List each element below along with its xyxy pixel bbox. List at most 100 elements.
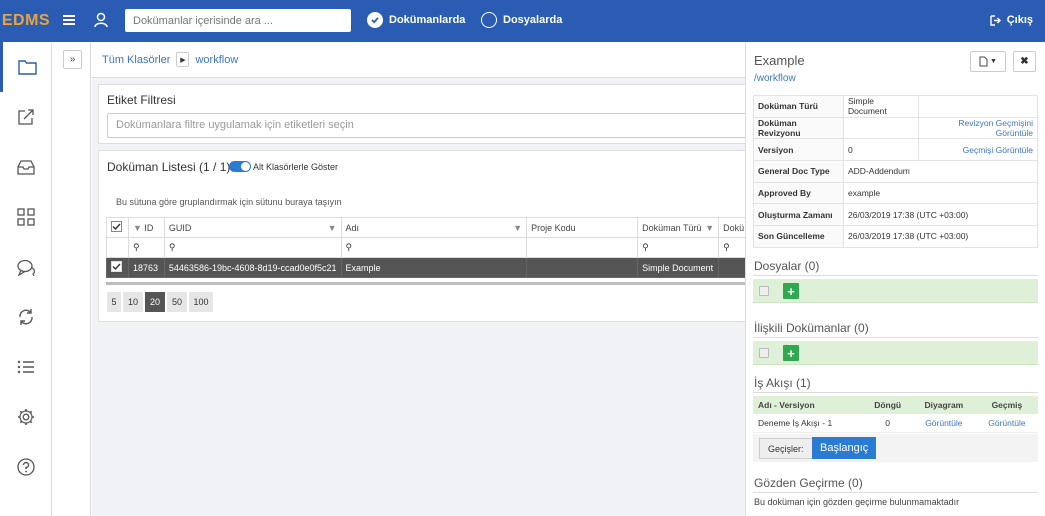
workflow-col-name: Adı - Versiyon: [753, 396, 864, 414]
filter-icon[interactable]: ▼: [705, 223, 714, 233]
subfolder-toggle-label: Alt Klasörlerle Göster: [253, 161, 339, 172]
property-key: Doküman Revizyonu: [753, 116, 844, 140]
sidebar-item-messages[interactable]: [0, 242, 52, 292]
page-size-option[interactable]: 100: [189, 292, 213, 312]
cell-guid: 54463586-19bc-4608-8d19-ccad0e0f5c21: [163, 257, 342, 278]
close-button[interactable]: ✖: [1013, 51, 1036, 72]
filter-icon[interactable]: ▼: [328, 223, 337, 233]
breadcrumb-current-link[interactable]: workflow: [195, 54, 238, 66]
revision-history-link[interactable]: Revizyon Geçmişini Görüntüle: [917, 116, 1039, 140]
app-logo[interactable]: EDMS: [0, 0, 52, 42]
breadcrumb: Tüm Klasörler ▶ workflow: [92, 42, 745, 78]
filter-icon[interactable]: ▼: [133, 223, 142, 233]
sidebar-item-list[interactable]: [0, 342, 52, 392]
select-all-checkbox[interactable]: [106, 217, 129, 238]
search-input[interactable]: [125, 9, 351, 32]
scope-documents-radio[interactable]: Dokümanlarda: [367, 12, 465, 28]
table-row[interactable]: 18763 54463586-19bc-4608-8d19-ccad0e0f5c…: [106, 257, 759, 278]
checkbox-checked-icon: [111, 221, 122, 232]
horizontal-scrollbar[interactable]: [106, 282, 759, 285]
filter-cell[interactable]: ⚲: [340, 237, 528, 258]
tag-filter-input[interactable]: Dokümanlara filtre uygulamak için etiket…: [107, 113, 752, 138]
main-content: Tüm Klasörler ▶ workflow Etiket Filtresi…: [92, 42, 759, 516]
sidebar-item-share[interactable]: [0, 92, 52, 142]
subfolder-toggle[interactable]: Alt Klasörlerle Göster: [229, 161, 338, 172]
sidebar-item-dashboard[interactable]: [0, 192, 52, 242]
user-icon[interactable]: [94, 12, 108, 28]
property-row: Doküman Türü Simple Document: [753, 95, 1039, 118]
column-header-doc-type[interactable]: Doküman Türü ▼: [637, 217, 720, 238]
page-size-option[interactable]: 10: [123, 292, 143, 312]
property-link[interactable]: [917, 95, 1039, 118]
property-row: Approved By example: [753, 181, 1038, 205]
detail-path-link[interactable]: /workflow: [754, 73, 796, 84]
workflow-col-diagram: Diyagram: [911, 396, 976, 414]
column-header-project-code[interactable]: Proje Kodu: [526, 217, 639, 238]
related-select-all-checkbox[interactable]: [759, 348, 769, 358]
column-header-name[interactable]: Adı ▼: [340, 217, 528, 238]
workflow-history-link[interactable]: Görüntüle: [975, 414, 1038, 433]
property-value: 26/03/2019 17:38 (UTC +03:00): [843, 203, 1038, 227]
search-icon: ⚲: [642, 242, 649, 252]
column-header-extra-label: Dokü: [723, 222, 745, 233]
workflow-cycle: 0: [863, 414, 912, 433]
table-header-row: ▼ ID GUID ▼ Adı ▼ Proje Kodu Doküman Türü ▼…: [106, 217, 759, 238]
divider: [753, 275, 1038, 276]
workflow-section-title: İş Akışı (1): [754, 376, 811, 390]
table-filter-row: ⚲ ⚲ ⚲ ⚲ ⚲: [106, 237, 759, 258]
document-actions-button[interactable]: ▼: [970, 51, 1006, 72]
logout-button[interactable]: Çıkış: [990, 14, 1033, 26]
filter-cell[interactable]: ⚲: [127, 237, 165, 258]
folder-icon: [18, 60, 37, 75]
sidebar-item-settings[interactable]: [0, 392, 52, 442]
list-icon: [17, 360, 34, 374]
filter-cell[interactable]: [526, 237, 639, 258]
filter-cell[interactable]: ⚲: [637, 237, 720, 258]
version-history-link[interactable]: Geçmişi Görüntüle: [917, 138, 1039, 162]
page-size-option[interactable]: 50: [167, 292, 187, 312]
hamburger-menu-icon[interactable]: [62, 13, 76, 27]
left-sidebar: [0, 42, 52, 516]
review-section-title: Gözden Geçirme (0): [754, 476, 863, 490]
row-checkbox[interactable]: [106, 257, 129, 278]
sidebar-item-help[interactable]: [0, 442, 52, 492]
filter-cell[interactable]: ⚲: [163, 237, 342, 258]
plus-icon: +: [787, 345, 795, 361]
related-docs-toolbar: +: [753, 341, 1038, 365]
toggle-switch[interactable]: [229, 161, 251, 172]
breadcrumb-caret-icon[interactable]: ▶: [176, 52, 190, 67]
workflow-col-cycle: Döngü: [863, 396, 912, 414]
detail-title: Example: [754, 53, 805, 68]
column-header-id[interactable]: ▼ ID: [127, 217, 165, 238]
workflow-diagram-link[interactable]: Görüntüle: [911, 414, 976, 433]
properties-table: Doküman Türü Simple Document Doküman Revi…: [753, 95, 1039, 248]
add-file-button[interactable]: +: [783, 283, 799, 299]
property-key: Approved By: [753, 181, 844, 205]
workflow-col-history: Geçmiş: [975, 396, 1038, 414]
breadcrumb-root-link[interactable]: Tüm Klasörler: [102, 54, 170, 66]
column-header-guid[interactable]: GUID ▼: [163, 217, 342, 238]
workflow-transitions-bar: Geçişler: Başlangıç: [753, 434, 1038, 462]
grid-icon: [17, 208, 35, 226]
review-empty-message: Bu doküman için gözden geçirme bulunmama…: [754, 497, 960, 507]
filter-icon[interactable]: ▼: [513, 223, 522, 233]
logout-icon: [990, 14, 1001, 26]
files-select-all-checkbox[interactable]: [759, 286, 769, 296]
column-header-name-label: Adı: [345, 222, 360, 233]
scope-files-radio[interactable]: Dosyalarda: [481, 12, 562, 28]
property-key: Versiyon: [753, 138, 844, 162]
column-header-doc-type-label: Doküman Türü: [642, 222, 702, 233]
chat-icon: [16, 259, 35, 276]
expand-tree-button[interactable]: »: [63, 50, 82, 69]
cell-project-code: [526, 257, 639, 278]
property-key: General Doc Type: [753, 160, 844, 183]
document-list-panel: Doküman Listesi (1 / 1) Alt Klasörlerle …: [98, 150, 759, 322]
sidebar-item-folders[interactable]: [0, 42, 52, 92]
sidebar-item-sync[interactable]: [0, 292, 52, 342]
page-size-option-active[interactable]: 20: [145, 292, 165, 312]
page-size-option[interactable]: 5: [107, 292, 121, 312]
plus-icon: +: [787, 283, 795, 299]
start-transition-button[interactable]: Başlangıç: [812, 437, 877, 459]
add-related-doc-button[interactable]: +: [783, 345, 799, 361]
sidebar-item-inbox[interactable]: [0, 142, 52, 192]
